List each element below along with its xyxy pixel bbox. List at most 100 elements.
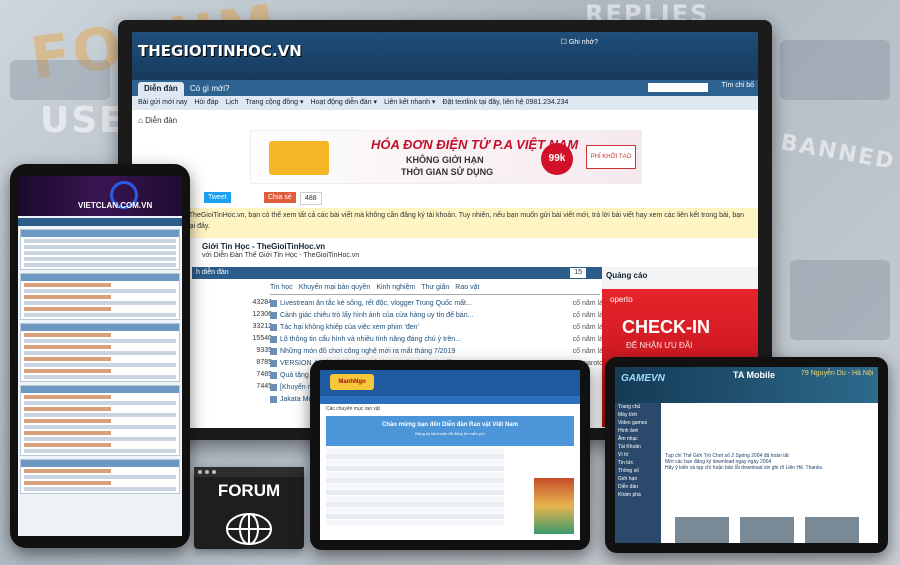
tab-thu-gian[interactable]: Thư giãn	[421, 284, 449, 291]
remember-checkbox[interactable]: ☐ Ghi nhớ?	[561, 38, 598, 46]
thread-author[interactable]: cố nâm lá	[573, 323, 603, 333]
list-item[interactable]	[24, 245, 176, 249]
list-item[interactable]	[24, 295, 111, 299]
table-row[interactable]	[326, 508, 504, 513]
list-item[interactable]	[24, 475, 176, 479]
list-item[interactable]	[24, 345, 111, 349]
ta-mobile-ad[interactable]: TA Mobile	[733, 370, 775, 380]
table-row[interactable]	[326, 490, 504, 495]
table-row[interactable]	[326, 514, 504, 519]
thread-row[interactable]: Lộ thông tin cấu hình và nhiều tính năng…	[270, 335, 605, 345]
nav-qa[interactable]: Hỏi đáp	[194, 99, 218, 106]
list-item[interactable]	[24, 431, 111, 435]
thread-author[interactable]: cố nâm lá	[573, 335, 603, 345]
list-item[interactable]	[24, 413, 176, 417]
thread-author[interactable]: cố nâm lá	[573, 347, 603, 357]
nav-calendar[interactable]: Lịch	[226, 99, 239, 106]
nav-new-posts[interactable]: Bài gửi mới nay	[138, 99, 187, 106]
sidebar-item[interactable]: Diễn đàn	[615, 483, 661, 491]
sidebar-item[interactable]: Vì trí	[615, 451, 661, 459]
site-logo[interactable]: THEGIOITINHOC.VN	[138, 42, 302, 60]
table-row[interactable]	[326, 496, 504, 501]
nav-community[interactable]: Trang cộng đồng ▾	[245, 99, 303, 106]
list-item[interactable]	[24, 251, 176, 255]
list-item[interactable]	[24, 333, 111, 337]
tab-whats-new[interactable]: Có gì mới?	[184, 82, 235, 96]
list-item[interactable]	[24, 449, 176, 453]
sidebar-item[interactable]: Âm nhạc	[615, 435, 661, 443]
list-item[interactable]	[24, 407, 111, 411]
sidebar-item[interactable]: Khám phá	[615, 491, 661, 499]
nav-quick-links[interactable]: Liên kết nhanh ▾	[384, 99, 435, 106]
list-item[interactable]	[24, 283, 111, 287]
sidebar-item[interactable]: Tài Khoản	[615, 443, 661, 451]
list-item[interactable]	[24, 339, 176, 343]
table-row[interactable]	[326, 484, 504, 489]
thread-title[interactable]: Tác hại không khiếp của việc xem phim 'đ…	[280, 324, 419, 331]
thread-title[interactable]: Lộ thông tin cấu hình và nhiều tính năng…	[280, 336, 461, 343]
ad-banner[interactable]: HÓA ĐƠN ĐIỆN TỬ P.A VIỆT NAM KHÔNG GIỚI …	[250, 130, 642, 184]
table-row[interactable]	[326, 502, 504, 507]
list-item[interactable]	[24, 313, 176, 317]
tweet-button[interactable]: Tweet	[204, 192, 231, 203]
phone-nav-bar[interactable]	[18, 218, 182, 226]
tablet-breadcrumb[interactable]: Các chuyên mục rao vặt	[320, 404, 580, 414]
list-item[interactable]	[24, 351, 176, 355]
tab-kinh-nghiem[interactable]: Kinh nghiệm	[376, 284, 415, 291]
table-row[interactable]	[326, 460, 504, 465]
table-row[interactable]	[326, 520, 504, 525]
list-item[interactable]	[24, 301, 176, 305]
sidebar-item[interactable]: Thông số	[615, 467, 661, 475]
list-item[interactable]	[24, 369, 111, 373]
sidebar-item[interactable]: Hình ảnh	[615, 427, 661, 435]
news-item[interactable]: Hãy ý kiến và tạp chí hoặc bảo lỗi downl…	[665, 465, 870, 471]
share-button[interactable]: Chia sẻ	[264, 192, 296, 203]
per-page-select[interactable]: 15	[570, 268, 586, 278]
tablet-side-ads[interactable]	[534, 478, 574, 534]
list-item[interactable]	[24, 363, 176, 367]
table-row[interactable]	[326, 466, 504, 471]
advanced-search-link[interactable]: Tìm chỉ bố	[721, 82, 754, 89]
video-thumbnail[interactable]	[675, 517, 729, 543]
thread-title[interactable]: Cảnh giác chiêu trò lấy hình ảnh của cửa…	[280, 312, 473, 319]
nav-textlink[interactable]: Đặt textlink tại đây, liên hệ 0981.234.2…	[442, 99, 568, 106]
sidebar-item[interactable]: Máy tính	[615, 411, 661, 419]
thread-row[interactable]: Những món đồ chơi công nghệ mới ra mắt t…	[270, 347, 605, 357]
list-item[interactable]	[24, 437, 176, 441]
list-item[interactable]	[24, 443, 111, 447]
thread-author[interactable]: cố nâm lá	[573, 311, 603, 321]
list-item[interactable]	[24, 401, 176, 405]
table-row[interactable]	[326, 448, 504, 453]
search-input[interactable]	[648, 83, 708, 92]
list-item[interactable]	[24, 469, 111, 473]
list-item[interactable]	[24, 307, 111, 311]
list-item[interactable]	[24, 375, 176, 379]
list-item[interactable]	[24, 425, 176, 429]
thread-title[interactable]: Những món đồ chơi công nghệ mới ra mắt t…	[280, 348, 455, 355]
thread-title[interactable]: Livestream ăn tắc kè sống, rết độc, vlog…	[280, 300, 472, 307]
table-row[interactable]	[326, 472, 504, 477]
list-item[interactable]	[24, 395, 111, 399]
sidebar-item[interactable]: Trang chủ	[615, 403, 661, 411]
sidebar-item[interactable]: Tin tức	[615, 459, 661, 467]
table-row[interactable]	[326, 454, 504, 459]
tab-rao-vat[interactable]: Rao vặt	[455, 284, 479, 291]
tablet-logo[interactable]: ManhNgo	[330, 374, 374, 390]
table-row[interactable]	[326, 478, 504, 483]
list-item[interactable]	[24, 257, 176, 261]
sidebar-item[interactable]: Video games	[615, 419, 661, 427]
thread-row[interactable]: Livestream ăn tắc kè sống, rết độc, vlog…	[270, 299, 605, 309]
list-item[interactable]	[24, 239, 176, 243]
thread-row[interactable]: Tác hại không khiếp của việc xem phim 'đ…	[270, 323, 605, 333]
breadcrumb[interactable]: ⌂ Diễn đàn	[138, 116, 177, 125]
list-item[interactable]	[24, 357, 111, 361]
sidebar-item[interactable]: Giới hạn	[615, 475, 661, 483]
video-thumbnail[interactable]	[740, 517, 794, 543]
thread-author[interactable]: cố nâm lá	[573, 299, 603, 309]
video-thumbnail[interactable]	[805, 517, 859, 543]
thread-row[interactable]: Cảnh giác chiêu trò lấy hình ảnh của cửa…	[270, 311, 605, 321]
tab-forums[interactable]: Diễn đàn	[138, 82, 184, 96]
tab-khuyen-mai[interactable]: Khuyến mại bản quyền	[299, 284, 371, 291]
list-item[interactable]	[24, 481, 111, 485]
tab-tin-hoc[interactable]: Tin học	[270, 284, 293, 291]
